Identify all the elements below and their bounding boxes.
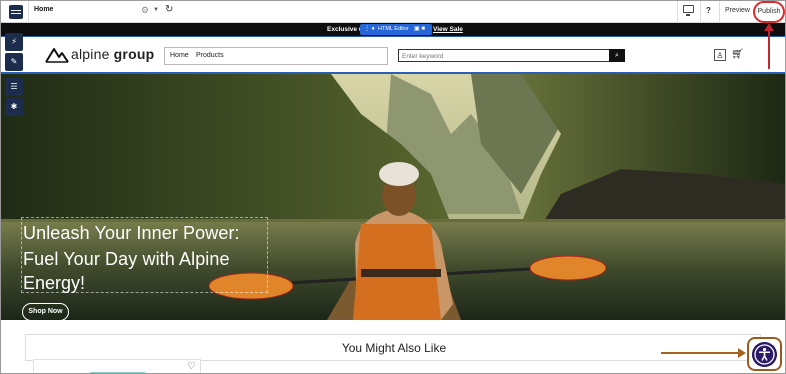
divider — [28, 1, 29, 23]
pencil-icon[interactable]: ✎ — [5, 53, 23, 71]
editor-toolbar: Home ⚙ ▼ ↻ ? Preview Publish — [1, 1, 785, 23]
section-title: You Might Also Like — [341, 341, 447, 355]
hero-headline-line-1: Unleash Your Inner Power: — [23, 223, 240, 243]
user-icon[interactable]: ♙ — [714, 49, 726, 61]
bolt-icon[interactable]: ⚡︎ — [5, 33, 23, 51]
chip-actions-icon[interactable]: ▣ ■ — [414, 24, 425, 35]
product-card[interactable] — [33, 359, 201, 373]
settings-icon[interactable]: ✱ — [5, 98, 23, 116]
preview-button[interactable]: Preview — [725, 7, 750, 14]
gear-icon[interactable]: ⚙ — [141, 5, 149, 16]
refresh-icon[interactable]: ↻ — [165, 4, 173, 15]
search-icon[interactable]: ⌕ — [609, 49, 625, 62]
brand-name-bold: group — [109, 46, 155, 62]
page-name[interactable]: Home — [34, 6, 53, 13]
annotation-arrowhead — [764, 23, 774, 31]
search-input[interactable] — [402, 51, 602, 61]
list-icon[interactable]: ☰ — [5, 78, 23, 96]
brand-name-light: alpine — [71, 46, 110, 62]
annotation-arrowhead — [738, 348, 746, 358]
publish-button[interactable]: Publish — [753, 1, 785, 23]
nav-products[interactable]: Products — [196, 52, 224, 59]
annotation-arrow — [768, 27, 770, 69]
html-editor-label: HTML Editor — [378, 26, 409, 32]
hero-headline-line-2: Fuel Your Day with Alpine — [23, 249, 230, 269]
cart-icon[interactable]: 🛒︎ — [731, 49, 744, 60]
chevron-down-icon[interactable]: ▼ — [153, 7, 159, 13]
help-button[interactable]: ? — [706, 6, 711, 15]
divider — [700, 1, 701, 23]
hero-banner: Unleash Your Inner Power: Fuel Your Day … — [1, 74, 785, 320]
main-nav: Home Products — [164, 47, 388, 65]
search-bar: ⌕ — [398, 49, 625, 62]
mountain-logo-icon — [45, 48, 69, 63]
desktop-view-icon[interactable] — [683, 5, 694, 16]
menu-icon[interactable] — [9, 5, 23, 19]
view-sale-link[interactable]: View Sale — [433, 26, 463, 33]
section-header: You Might Also Like — [25, 334, 761, 361]
nav-home[interactable]: Home — [170, 52, 189, 59]
brand-logo[interactable]: alpine group — [71, 46, 154, 62]
shop-now-button[interactable]: Shop Now — [22, 303, 69, 320]
annotation-arrow — [661, 352, 741, 354]
hero-headline-line-3: Energy! — [23, 273, 86, 293]
recommendations-section: You Might Also Like ♡ — [1, 320, 785, 373]
drag-handle-icon[interactable]: ⋮ ♦ — [364, 24, 375, 35]
divider — [677, 1, 678, 23]
announcement-text: Exclusive w — [327, 26, 364, 33]
app-window: Home ⚙ ▼ ↻ ? Preview Publish Exclusive w… — [0, 0, 786, 374]
heart-icon[interactable]: ♡ — [187, 361, 196, 372]
site-header: alpine group Home Products ⌕ ♙ 🛒︎ — [1, 37, 785, 74]
html-editor-chip[interactable]: ⋮ ♦ HTML Editor ▣ ■ — [360, 24, 432, 35]
accessibility-icon[interactable] — [752, 342, 777, 367]
announcement-bar: Exclusive w View Sale ⋮ ♦ HTML Editor ▣ … — [1, 23, 785, 37]
divider — [719, 1, 720, 23]
